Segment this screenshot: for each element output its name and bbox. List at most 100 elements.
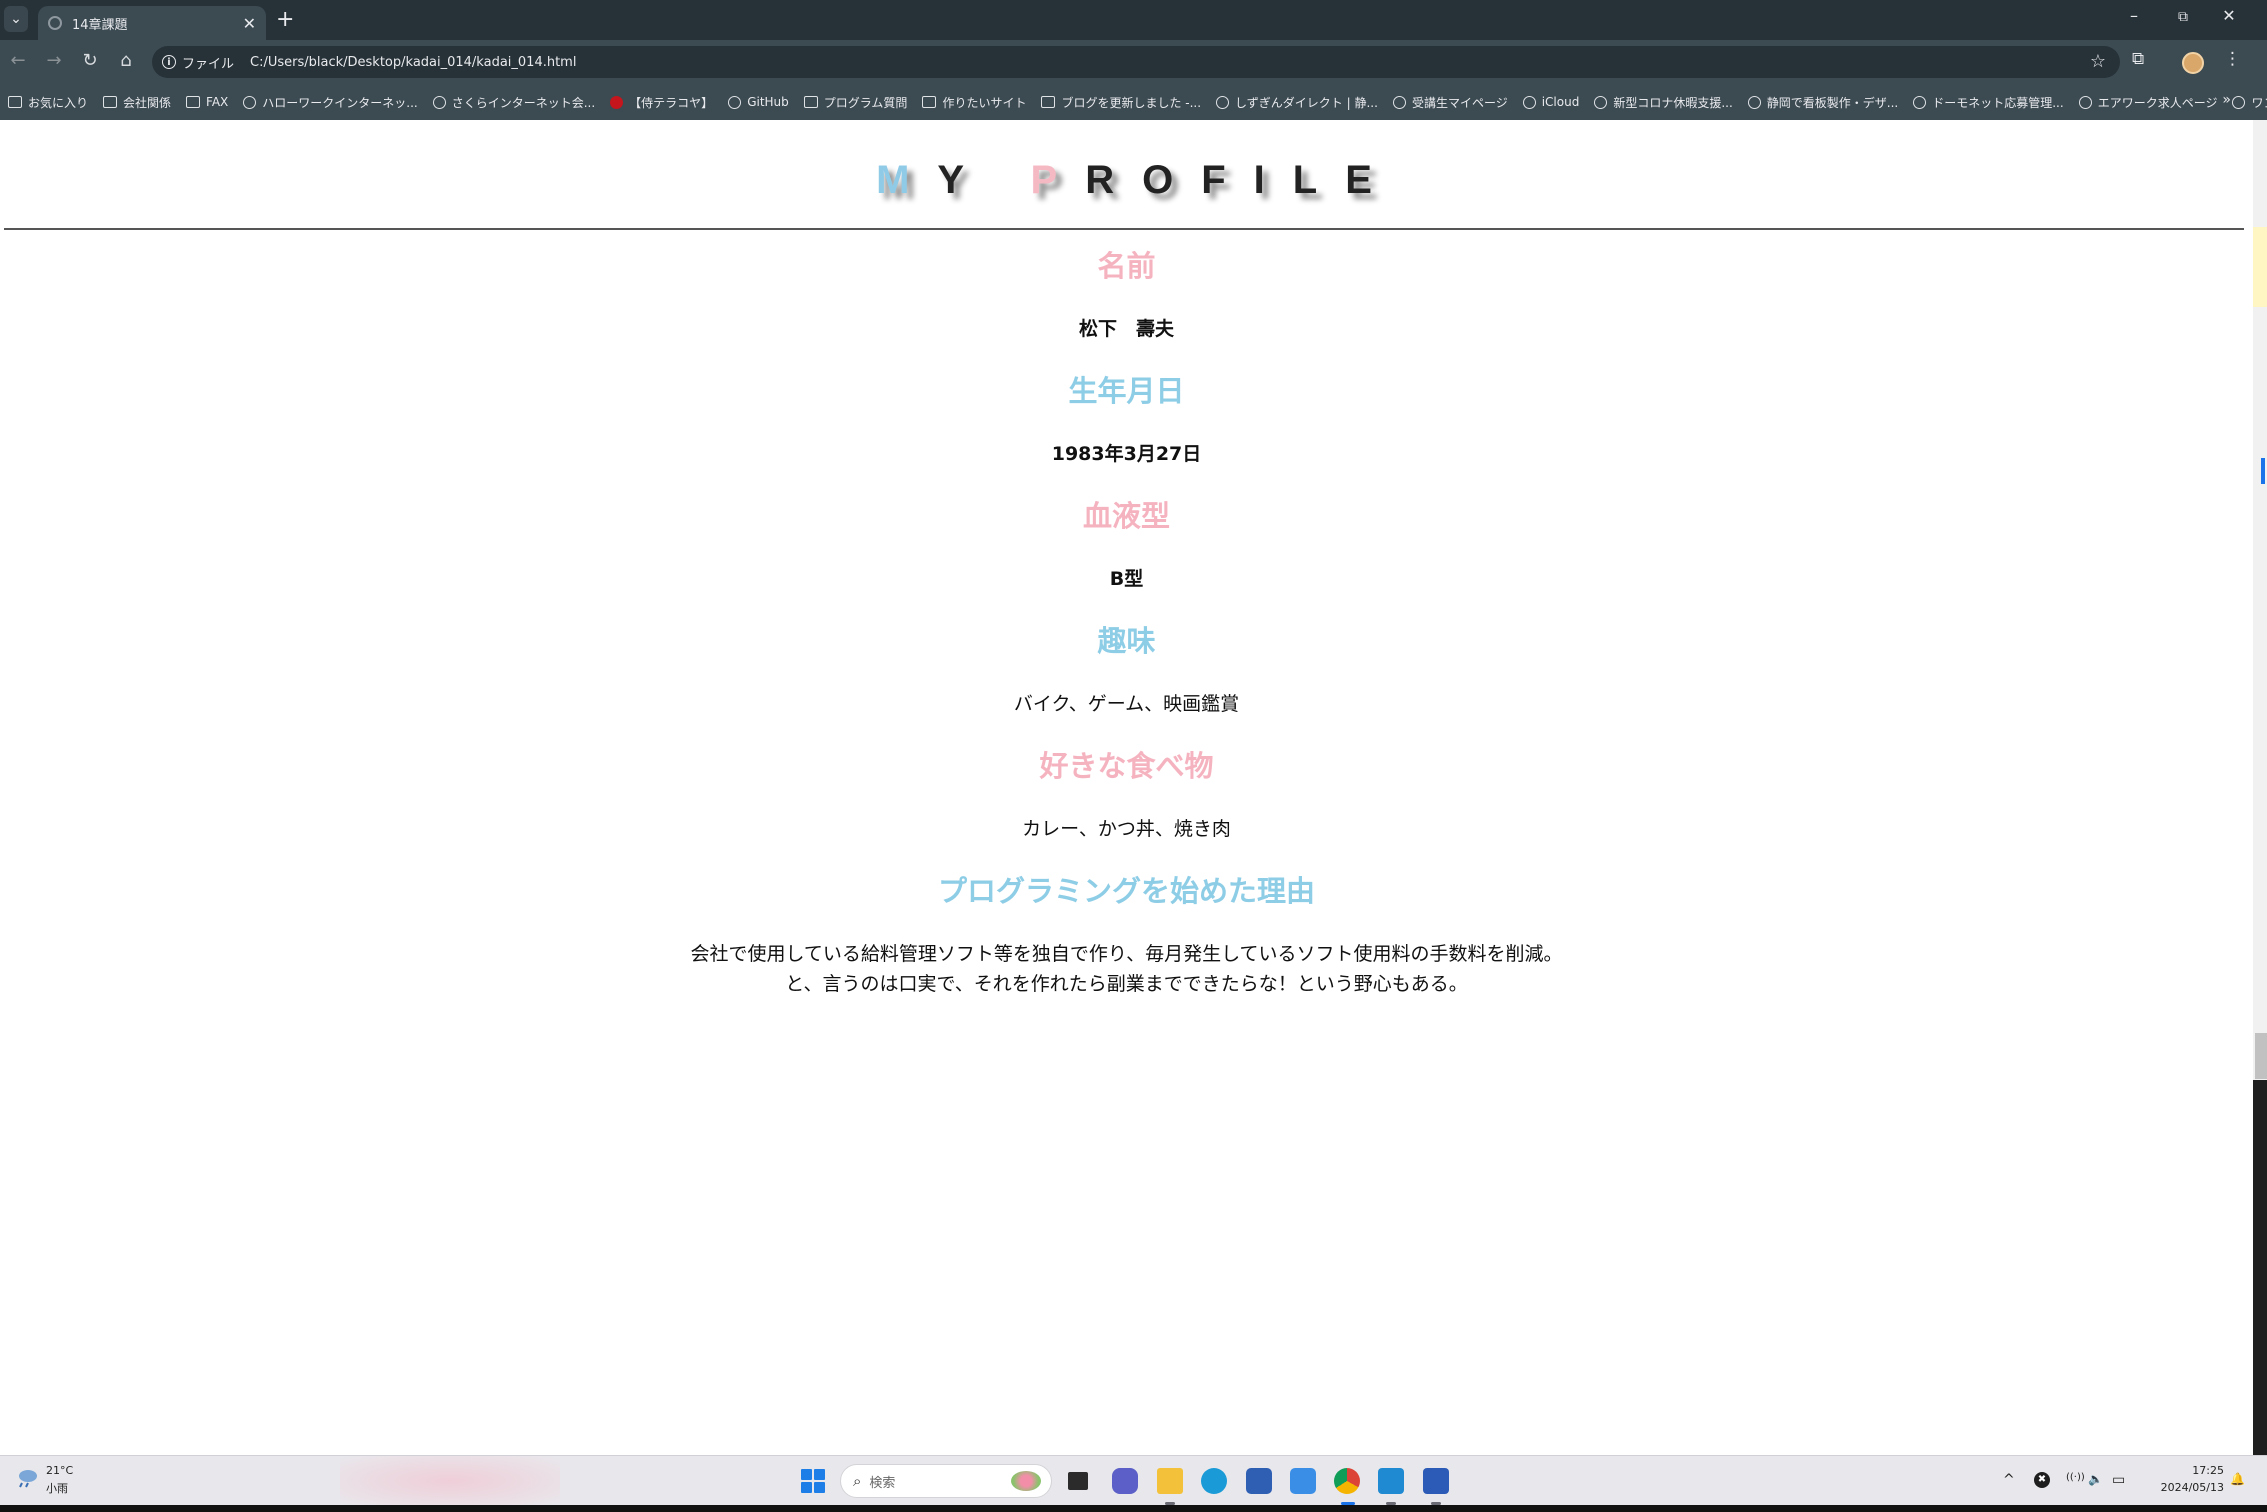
bookmark-item[interactable]: 新型コロナ休暇支援... — [1594, 94, 1733, 111]
profile-avatar[interactable] — [2182, 52, 2204, 74]
bookmark-label: 静岡で看板製作・デザ... — [1766, 95, 1899, 110]
bookmark-label: さくらインターネット会... — [451, 95, 596, 110]
chevron-down-icon: ⌄ — [10, 11, 22, 27]
bookmark-label: GitHub — [747, 95, 789, 109]
tab-active[interactable]: 14章課題 ✕ — [38, 6, 266, 40]
section-value-name: 松下 壽夫 — [1078, 318, 1174, 340]
section-heading-name: 名前 — [1097, 249, 1156, 283]
edge-icon[interactable] — [1201, 1468, 1227, 1494]
bookmark-item[interactable]: エアワーク求人ページ — [2078, 94, 2218, 111]
wifi-icon[interactable]: ((·)) — [2066, 1472, 2085, 1483]
search-icon: ⌕ — [853, 1472, 862, 1490]
bookmark-item[interactable]: ブログを更新しました -... — [1041, 94, 1201, 111]
extensions-icon[interactable]: ⧉ — [2132, 49, 2144, 69]
bookmark-label: 新型コロナ休暇支援... — [1613, 95, 1733, 110]
close-window-button[interactable]: ✕ — [2209, 6, 2249, 25]
globe-icon — [432, 95, 446, 109]
bookmark-label: プログラム質問 — [823, 95, 908, 110]
bookmark-item[interactable]: プログラム質問 — [803, 94, 908, 111]
volume-icon[interactable]: 🔈 — [2088, 1472, 2103, 1486]
screen-edge — [0, 1505, 2267, 1512]
section-heading-reason: プログラミングを始めた理由 — [937, 874, 1315, 908]
red-circle-icon — [610, 95, 624, 109]
menu-icon[interactable]: ⋮ — [2224, 49, 2241, 69]
bookmark-label: ドーモネット応募管理... — [1932, 95, 2064, 110]
new-tab-button[interactable]: + — [276, 8, 294, 32]
search-highlight-icon — [1011, 1471, 1041, 1491]
info-icon[interactable]: i — [162, 55, 176, 69]
globe-icon — [1913, 95, 1927, 109]
reason-line: と、言うのは口実で、それを作れたら副業までできたらな！という野心もある。 — [785, 973, 1468, 995]
bookmark-item[interactable]: 作りたいサイト — [922, 94, 1026, 111]
bookmark-item[interactable]: 【侍テラコヤ】 — [610, 94, 713, 111]
word-icon[interactable] — [1423, 1468, 1449, 1494]
tray-app-icon[interactable]: ✖ — [2034, 1472, 2050, 1488]
weather-temperature: 21°C — [46, 1464, 74, 1477]
taskbar-search[interactable]: ⌕ 検索 — [840, 1464, 1052, 1498]
browser-titlebar: ⌄ 14章課題 ✕ + – ⧉ ✕ — [0, 0, 2267, 40]
reload-button[interactable]: ↻ — [78, 50, 102, 71]
section-heading-blood-type: 血液型 — [1082, 499, 1170, 533]
bookmark-item[interactable]: 静岡で看板製作・デザ... — [1747, 94, 1899, 111]
globe-icon — [1392, 95, 1406, 109]
globe-icon — [1747, 95, 1761, 109]
bookmark-item[interactable]: お気に入り — [8, 94, 88, 111]
logo-letter: R — [1085, 158, 1143, 202]
task-view-icon[interactable] — [1068, 1472, 1088, 1490]
chrome-icon[interactable] — [1334, 1468, 1360, 1494]
bookmark-item[interactable]: 会社関係 — [103, 94, 171, 111]
logo-letter: P — [1030, 158, 1086, 202]
page-viewport: MY PROFILE 名前 松下 壽夫 生年月日 1983年3月27日 血液型 … — [0, 120, 2253, 1455]
notification-bell-icon[interactable]: 🔔 — [2230, 1472, 2245, 1486]
site-header: MY PROFILE — [4, 145, 2244, 230]
photos-icon[interactable] — [1290, 1468, 1316, 1494]
globe-icon — [1216, 95, 1230, 109]
home-button[interactable]: ⌂ — [114, 50, 138, 71]
teams-icon[interactable] — [1112, 1468, 1138, 1494]
minimize-button[interactable]: – — [2114, 6, 2154, 25]
tray-chevron-icon[interactable]: ^ — [2003, 1472, 2015, 1488]
bookmark-label: エアワーク求人ページ — [2097, 95, 2218, 110]
vscode-icon[interactable] — [1378, 1468, 1404, 1494]
logo-letter: I — [1253, 158, 1293, 202]
scrollbar-thumb[interactable] — [2255, 1033, 2267, 1079]
bookmark-item[interactable]: ドーモネット応募管理... — [1913, 94, 2064, 111]
start-button[interactable] — [801, 1469, 825, 1493]
windows-taskbar: 21°C 小雨 ⌕ 検索 ^ ✖ ((·)) 🔈 ▭ 17:25 2024/05… — [0, 1455, 2267, 1506]
bookmark-item[interactable]: FAX — [186, 95, 228, 109]
bookmark-item[interactable]: しずぎんダイレクト | 静... — [1216, 94, 1378, 111]
bookmark-label: iCloud — [1541, 95, 1580, 109]
scheme-chip: ファイル — [182, 56, 235, 72]
bookmark-label: ハローワークインターネッ... — [262, 95, 418, 110]
bookmark-star-icon[interactable]: ☆ — [2090, 51, 2106, 72]
file-explorer-icon[interactable] — [1157, 1468, 1183, 1494]
bookmark-item[interactable]: さくらインターネット会... — [432, 94, 596, 111]
section-heading-birthday: 生年月日 — [1068, 374, 1185, 408]
url-text[interactable]: C:/Users/black/Desktop/kadai_014/kadai_0… — [250, 55, 576, 70]
weather-rain-icon[interactable] — [14, 1468, 40, 1488]
blog-icon — [1041, 96, 1056, 108]
forward-button[interactable]: → — [42, 50, 66, 71]
section-heading-hobby: 趣味 — [1097, 624, 1156, 658]
bookmark-item[interactable]: iCloud — [1522, 95, 1580, 109]
logo-letter: O — [1142, 158, 1202, 202]
close-tab-icon[interactable]: ✕ — [243, 14, 256, 33]
search-placeholder: 検索 — [869, 1475, 896, 1491]
restore-button[interactable]: ⧉ — [2163, 9, 2203, 25]
back-button[interactable]: ← — [6, 50, 30, 71]
logo-letter: Y — [937, 158, 992, 202]
bookmark-item[interactable]: GitHub — [728, 95, 789, 109]
bookmark-item[interactable]: 受講生マイページ — [1392, 94, 1508, 111]
battery-icon[interactable]: ▭ — [2112, 1472, 2125, 1488]
page-favicon-icon — [48, 16, 62, 30]
tab-list-button[interactable]: ⌄ — [4, 6, 28, 32]
logo-letter: E — [1345, 158, 1400, 202]
weather-description: 小雨 — [46, 1482, 68, 1495]
bookmark-item[interactable]: ハローワークインターネッ... — [243, 94, 418, 111]
bookmark-item[interactable]: ワンオフICBR250RR(... — [2232, 94, 2267, 111]
bookmarks-overflow-button[interactable]: » — [2222, 92, 2231, 108]
store-icon[interactable] — [1246, 1468, 1272, 1494]
clock[interactable]: 17:25 2024/05/13 — [2144, 1462, 2224, 1496]
address-bar[interactable]: i ファイル C:/Users/black/Desktop/kadai_014/… — [152, 46, 2120, 78]
globe-icon — [1522, 95, 1536, 109]
